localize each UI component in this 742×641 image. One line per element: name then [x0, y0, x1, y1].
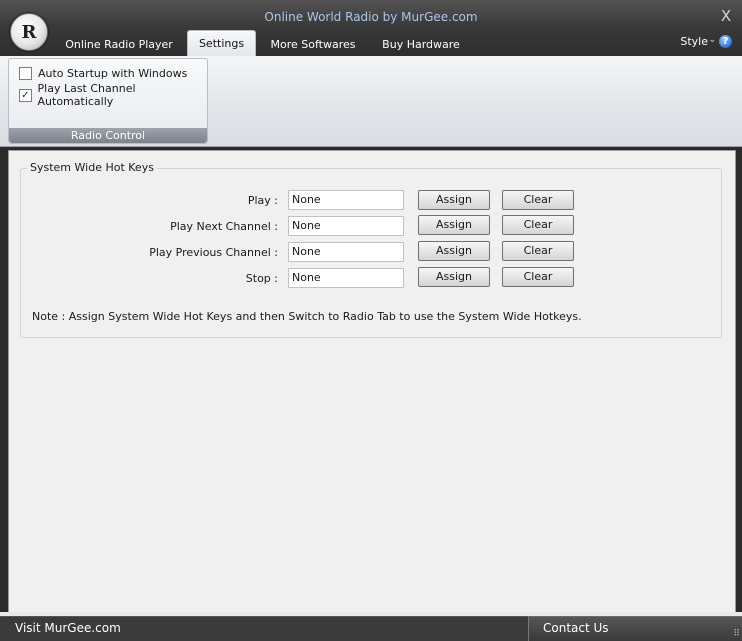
hotkey-input-stop[interactable]: None	[288, 268, 404, 288]
resize-grip-icon[interactable]: ⠿	[733, 630, 740, 639]
play-last-channel-label: Play Last Channel Automatically	[37, 82, 136, 108]
ribbon-group-radio-control: Auto Startup with Windows ✓ Play Last Ch…	[8, 58, 208, 144]
clear-button-play[interactable]: Clear	[502, 190, 574, 210]
hotkeys-legend: System Wide Hot Keys	[27, 161, 157, 174]
close-icon[interactable]: X	[719, 9, 733, 24]
hotkey-label-play: Play :	[247, 194, 278, 207]
status-bar-left: Visit MurGee.com	[0, 616, 528, 641]
auto-startup-checkbox-row[interactable]: Auto Startup with Windows	[19, 65, 187, 81]
hotkey-input-previous-channel[interactable]: None	[288, 242, 404, 262]
status-bar-right: Contact Us ⠿	[528, 616, 742, 641]
assign-button-previous-channel[interactable]: Assign	[418, 241, 490, 261]
auto-startup-checkbox[interactable]	[19, 66, 32, 80]
hotkeys-note: Note : Assign System Wide Hot Keys and t…	[32, 310, 582, 323]
auto-startup-label: Auto Startup with Windows	[38, 66, 188, 80]
window-title: Online World Radio by MurGee.com	[264, 10, 478, 24]
play-last-channel-checkbox-row[interactable]: ✓ Play Last Channel Automatically	[19, 82, 207, 108]
settings-content: System Wide Hot Keys Play : None Assign …	[8, 150, 736, 614]
clear-button-stop[interactable]: Clear	[502, 267, 574, 287]
chevron-down-icon[interactable]: ⌄	[708, 35, 716, 45]
hotkeys-fieldset: System Wide Hot Keys Play : None Assign …	[20, 161, 722, 338]
hotkey-input-next-channel[interactable]: None	[288, 216, 404, 236]
tab-buy-hardware[interactable]: Buy Hardware	[372, 36, 470, 56]
assign-button-next-channel[interactable]: Assign	[418, 215, 490, 235]
ribbon-group-label: Radio Control	[9, 128, 207, 143]
hotkey-input-play[interactable]: None	[288, 190, 404, 210]
tab-online-radio-player[interactable]: Online Radio Player	[58, 36, 180, 56]
tab-settings[interactable]: Settings	[187, 30, 256, 57]
visit-murgee-link[interactable]: Visit MurGee.com	[15, 621, 121, 635]
contact-us-link[interactable]: Contact Us	[543, 621, 609, 635]
ribbon-panel: Auto Startup with Windows ✓ Play Last Ch…	[0, 56, 742, 147]
style-menu[interactable]: Style	[680, 35, 708, 48]
play-last-channel-checkbox[interactable]: ✓	[19, 88, 32, 102]
hotkey-label-next-channel: Play Next Channel :	[170, 220, 278, 233]
clear-button-previous-channel[interactable]: Clear	[502, 241, 574, 261]
tab-more-softwares[interactable]: More Softwares	[263, 36, 363, 56]
hotkey-label-stop: Stop :	[245, 272, 278, 285]
app-logo-letter: R	[21, 21, 37, 43]
assign-button-stop[interactable]: Assign	[418, 267, 490, 287]
title-bar: R Online World Radio by MurGee.com X Onl…	[0, 0, 742, 57]
help-icon[interactable]: ?	[719, 35, 732, 48]
clear-button-next-channel[interactable]: Clear	[502, 215, 574, 235]
assign-button-play[interactable]: Assign	[418, 190, 490, 210]
hotkey-label-previous-channel: Play Previous Channel :	[149, 246, 278, 259]
